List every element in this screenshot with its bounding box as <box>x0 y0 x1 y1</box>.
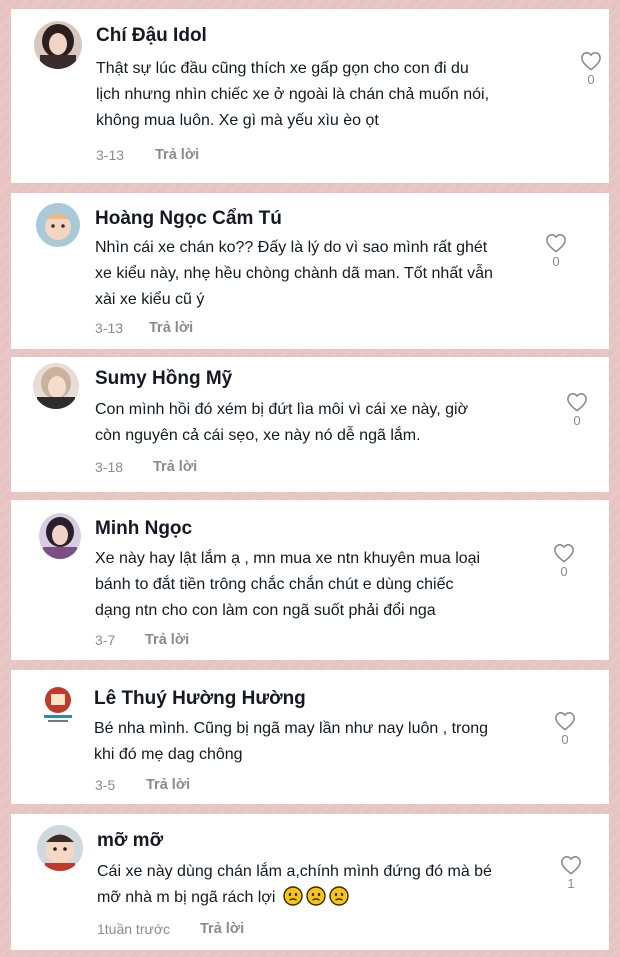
like-button[interactable]: 0 <box>577 51 605 87</box>
like-count: 1 <box>567 876 575 891</box>
like-count: 0 <box>552 254 560 269</box>
reply-button[interactable]: Trả lời <box>155 147 199 163</box>
avatar[interactable] <box>39 513 81 559</box>
comment-text: Con mình hồi đó xém bị đứt lìa môi vì cá… <box>95 401 469 444</box>
comment-text: Nhìn cái xe chán ko?? Đấy là lý do vì sa… <box>95 239 493 308</box>
like-button[interactable]: 0 <box>542 233 570 269</box>
commenter-name[interactable]: Minh Ngọc <box>95 518 192 540</box>
comment-date: 3-13 <box>96 147 125 163</box>
reply-button[interactable]: Trả lời <box>145 632 189 648</box>
reply-button[interactable]: Trả lời <box>153 459 197 475</box>
like-button[interactable]: 0 <box>563 392 591 428</box>
reply-button[interactable]: Trả lời <box>200 921 244 937</box>
comment-card: Sumy Hồng Mỹ Con mình hồi đó xém bị đứt … <box>11 357 609 492</box>
reply-button[interactable]: Trả lời <box>146 777 190 793</box>
commenter-name[interactable]: Sumy Hồng Mỹ <box>95 368 232 390</box>
like-button[interactable]: 1 <box>557 855 585 891</box>
like-count: 0 <box>560 564 568 579</box>
commenter-name[interactable]: Lê Thuý Hường Hường <box>94 688 306 710</box>
comment-card: Minh Ngọc Xe này hay lật lắm ạ , mn mua … <box>11 500 609 660</box>
heart-icon <box>546 234 566 253</box>
comment-card: Hoàng Ngọc Cẩm Tú Nhìn cái xe chán ko?? … <box>11 193 609 349</box>
heart-icon <box>554 544 574 563</box>
like-count: 0 <box>587 72 595 87</box>
commenter-name[interactable]: Hoàng Ngọc Cẩm Tú <box>95 208 282 230</box>
avatar[interactable] <box>37 825 83 871</box>
comment-text: Thật sự lúc đầu cũng thích xe gấp gọn ch… <box>96 60 490 129</box>
like-count: 0 <box>573 413 581 428</box>
avatar[interactable] <box>34 21 82 69</box>
heart-icon <box>555 712 575 731</box>
commenter-name[interactable]: Chí Đậu Idol <box>96 25 207 47</box>
comment-card: mỡ mỡ Cái xe này dùng chán lắm a,chính m… <box>11 814 609 950</box>
like-button[interactable]: 0 <box>550 543 578 579</box>
commenter-name[interactable]: mỡ mỡ <box>97 830 163 852</box>
avatar[interactable] <box>33 363 79 409</box>
avatar[interactable] <box>36 203 80 247</box>
comment-date: 1tuần trước <box>97 921 171 937</box>
avatar[interactable] <box>36 682 80 726</box>
like-count: 0 <box>561 732 569 747</box>
comment-card: Chí Đậu Idol Thật sự lúc đầu cũng thích … <box>11 9 609 183</box>
sad-face-emoji-icon <box>329 886 349 906</box>
comment-text: Cái xe này dùng chán lắm a,chính mình đứ… <box>97 863 492 906</box>
comment-date: 3-7 <box>95 632 116 648</box>
heart-icon <box>561 856 581 875</box>
heart-icon <box>567 393 587 412</box>
comment-text: Xe này hay lật lắm ạ , mn mua xe ntn khu… <box>95 550 481 619</box>
like-button[interactable]: 0 <box>551 711 579 747</box>
comment-date: 3-18 <box>95 459 124 475</box>
sad-face-emoji-icon <box>283 886 303 906</box>
reply-button[interactable]: Trả lời <box>149 320 193 336</box>
comment-date: 3-13 <box>95 320 124 336</box>
comment-card: Lê Thuý Hường Hường Bé nha mình. Cũng bị… <box>11 670 609 804</box>
comment-date: 3-5 <box>95 777 116 793</box>
heart-icon <box>581 52 601 71</box>
comment-text: Bé nha mình. Cũng bị ngã may lần như nay… <box>94 720 489 763</box>
sad-face-emoji-icon <box>306 886 326 906</box>
